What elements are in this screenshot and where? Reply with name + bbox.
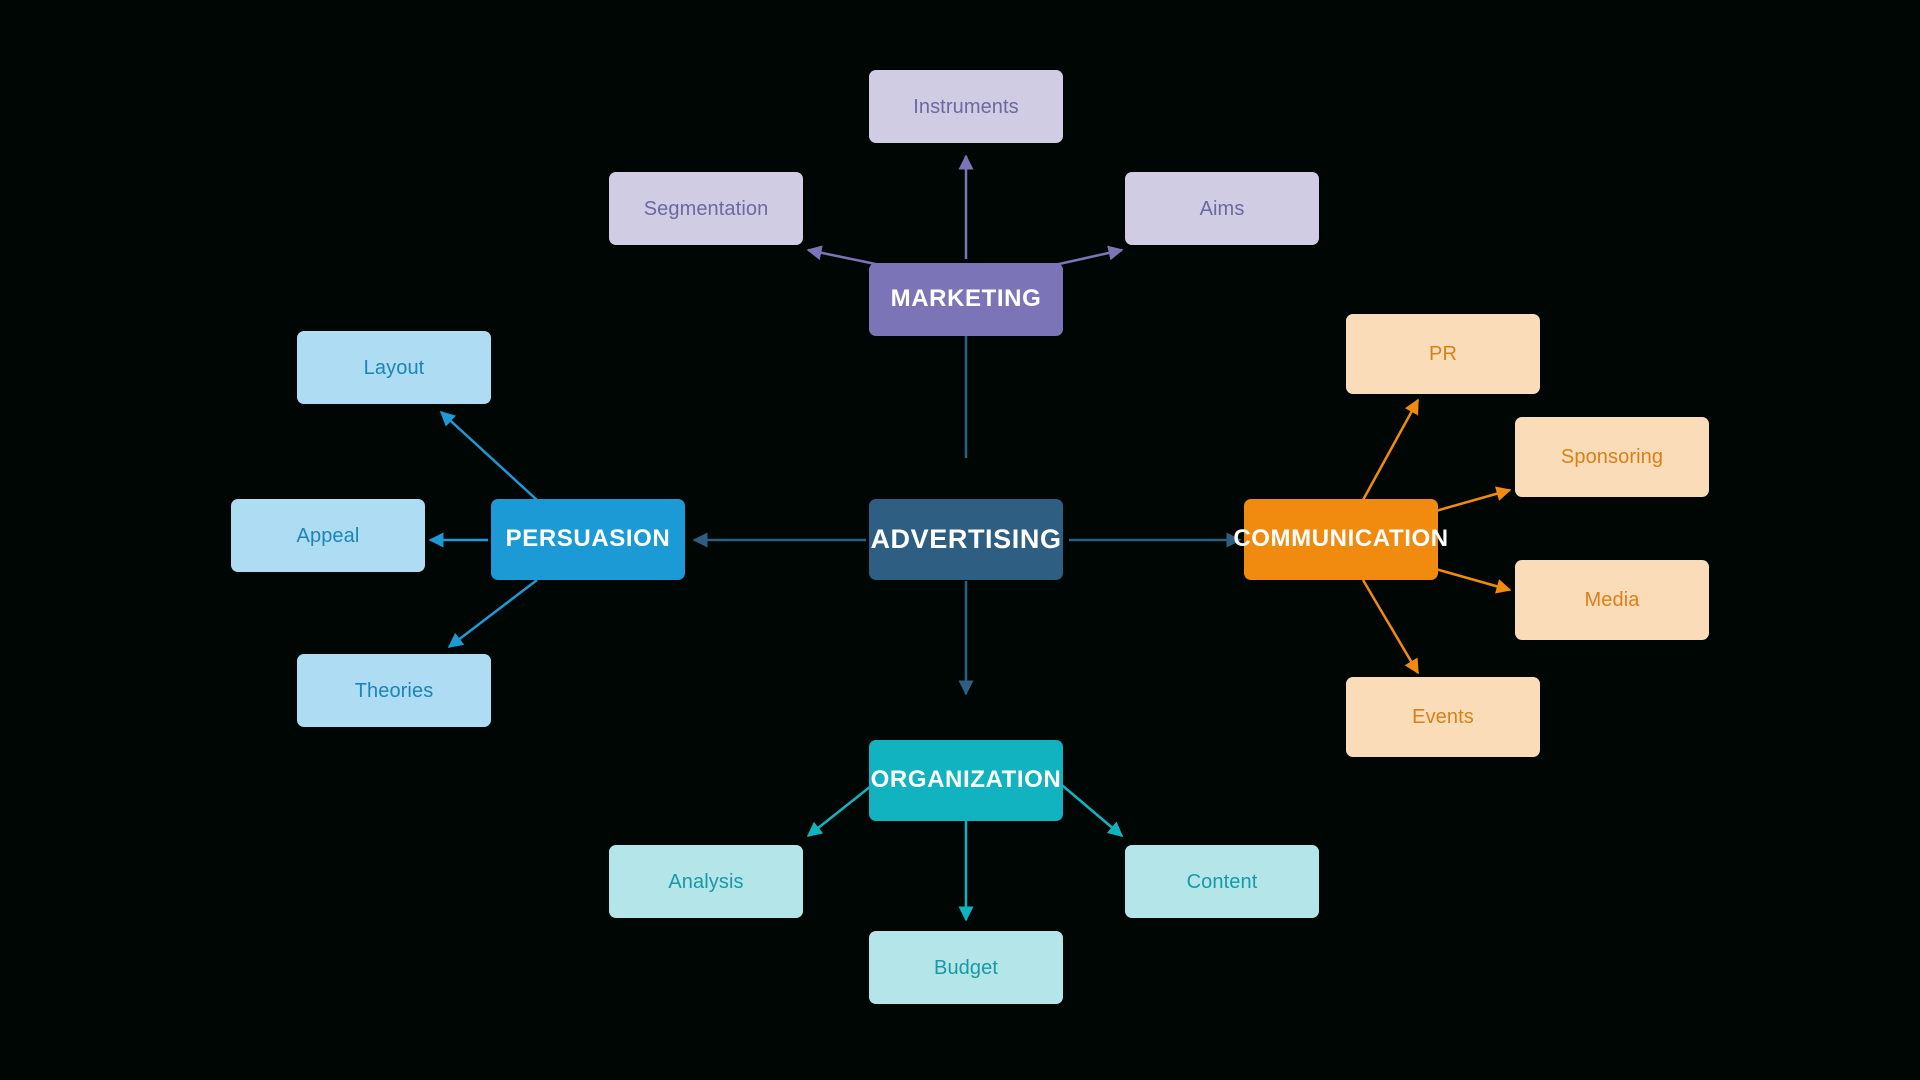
node-layout[interactable]: Layout bbox=[297, 331, 491, 404]
node-sponsoring[interactable]: Sponsoring bbox=[1515, 417, 1709, 497]
node-persuasion-label: PERSUASION bbox=[505, 525, 671, 553]
node-advertising-label: ADVERTISING bbox=[870, 524, 1062, 555]
diagram-canvas: ADVERTISING MARKETING COMMUNICATION PERS… bbox=[0, 0, 1920, 1080]
node-marketing-label: MARKETING bbox=[890, 285, 1042, 313]
edge-communication-pr bbox=[1361, 398, 1420, 501]
node-aims[interactable]: Aims bbox=[1125, 172, 1319, 245]
edge-communication-media bbox=[1431, 566, 1512, 594]
node-organization-label: ORGANIZATION bbox=[870, 766, 1062, 794]
node-theories[interactable]: Theories bbox=[297, 654, 491, 727]
node-events-label: Events bbox=[1412, 706, 1474, 728]
edge-communication-events bbox=[1361, 579, 1420, 675]
edge-communication-sponsoring bbox=[1431, 486, 1512, 514]
node-analysis-label: Analysis bbox=[668, 870, 744, 893]
node-media-label: Media bbox=[1584, 589, 1640, 611]
node-sponsoring-label: Sponsoring bbox=[1560, 446, 1664, 468]
node-analysis[interactable]: Analysis bbox=[609, 845, 803, 918]
node-segmentation[interactable]: Segmentation bbox=[609, 172, 803, 245]
node-appeal[interactable]: Appeal bbox=[231, 499, 425, 572]
node-advertising[interactable]: ADVERTISING bbox=[869, 499, 1063, 580]
node-organization[interactable]: ORGANIZATION bbox=[869, 740, 1063, 821]
node-media[interactable]: Media bbox=[1515, 560, 1709, 640]
node-content-label: Content bbox=[1186, 870, 1258, 893]
node-pr-label: PR bbox=[1429, 343, 1457, 365]
node-budget[interactable]: Budget bbox=[869, 931, 1063, 1004]
node-communication[interactable]: COMMUNICATION bbox=[1233, 499, 1448, 580]
node-persuasion[interactable]: PERSUASION bbox=[491, 499, 685, 580]
node-layout-label: Layout bbox=[363, 356, 425, 379]
node-budget-label: Budget bbox=[934, 956, 998, 979]
node-theories-label: Theories bbox=[354, 679, 434, 702]
node-content[interactable]: Content bbox=[1125, 845, 1319, 918]
node-communication-label: COMMUNICATION bbox=[1233, 525, 1449, 553]
node-appeal-label: Appeal bbox=[296, 524, 360, 547]
node-instruments[interactable]: Instruments bbox=[869, 70, 1063, 143]
node-segmentation-label: Segmentation bbox=[643, 197, 769, 220]
edge-marketing-aims bbox=[1049, 245, 1124, 268]
edge-persuasion-layout bbox=[439, 410, 538, 501]
edge-persuasion-theories bbox=[447, 579, 538, 648]
node-instruments-label: Instruments bbox=[913, 95, 1019, 118]
node-pr[interactable]: PR bbox=[1346, 314, 1540, 394]
node-aims-label: Aims bbox=[1199, 197, 1245, 220]
node-marketing[interactable]: MARKETING bbox=[869, 263, 1063, 336]
node-events[interactable]: Events bbox=[1346, 677, 1540, 757]
